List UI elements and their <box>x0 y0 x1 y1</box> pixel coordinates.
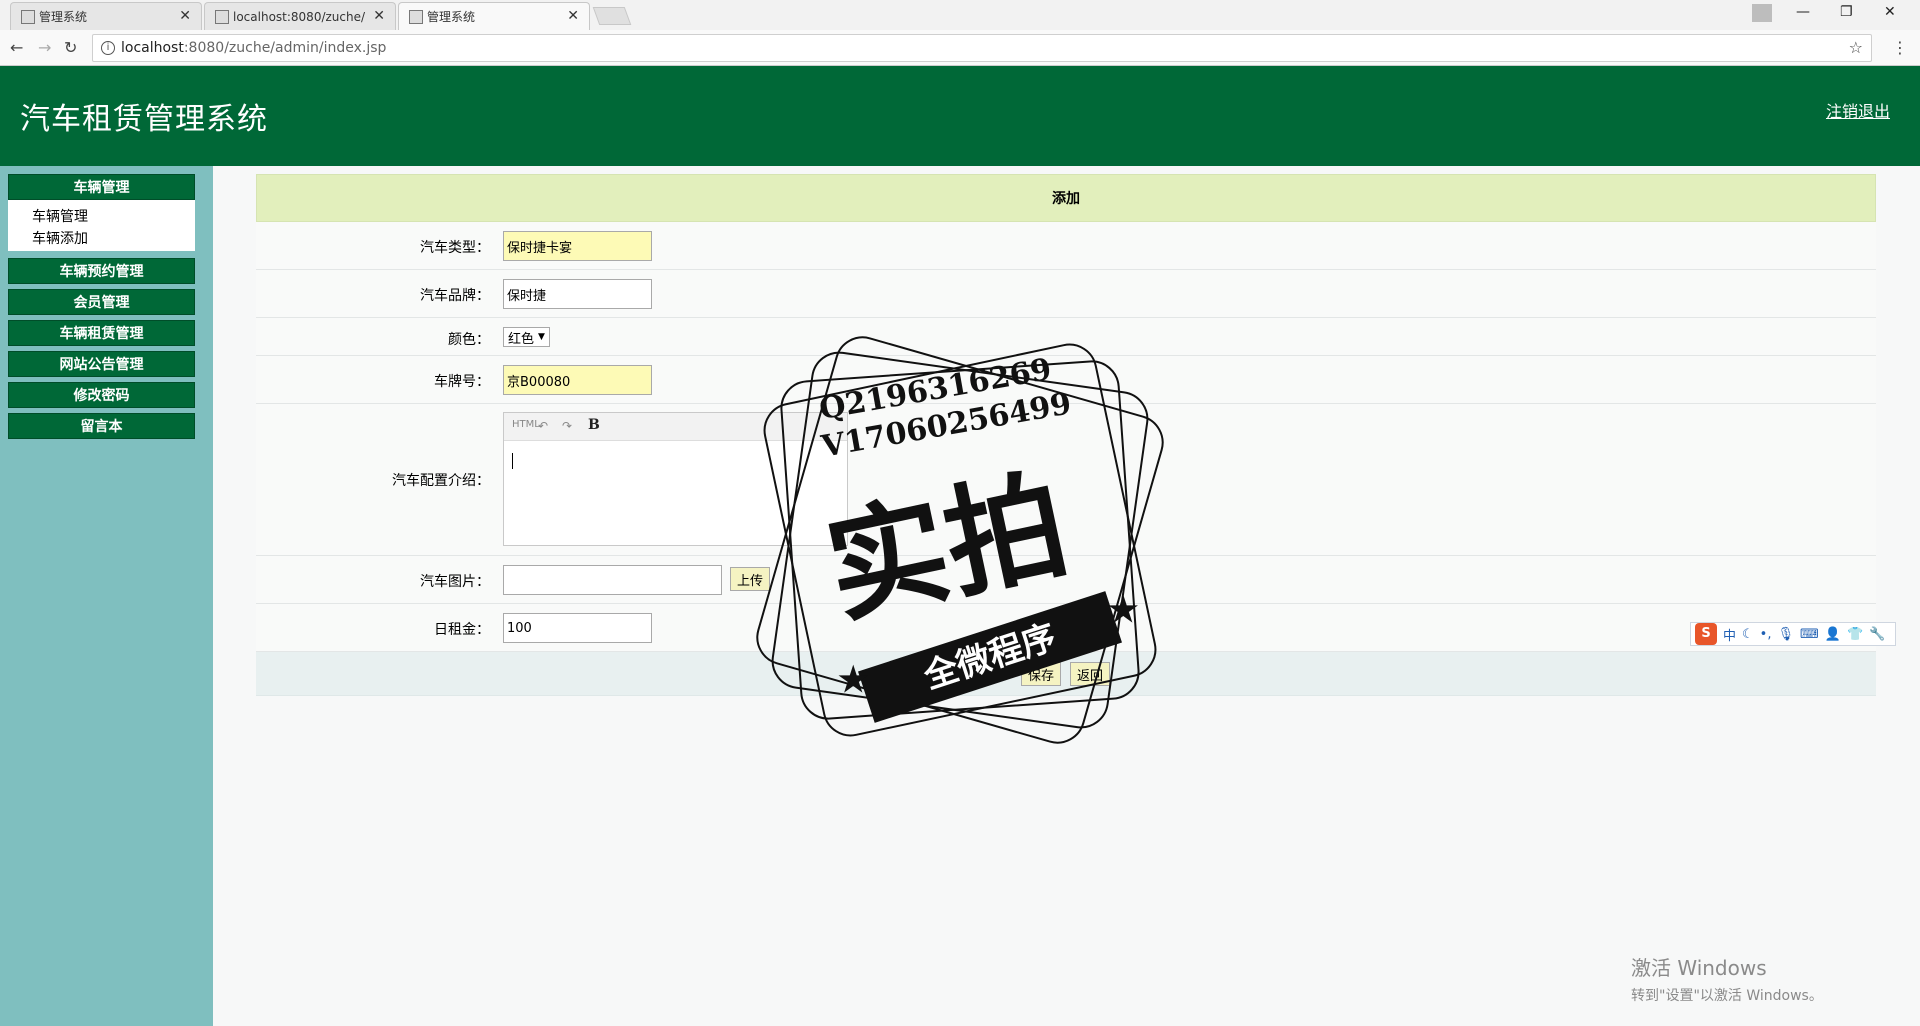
submenu-item-vehicle-list[interactable]: 车辆管理 <box>32 206 195 228</box>
url-path: :8080/zuche/admin/index.jsp <box>183 40 387 56</box>
page-favicon-icon <box>215 10 229 24</box>
text-caret <box>512 453 513 469</box>
close-window-icon[interactable]: ✕ <box>1884 4 1896 20</box>
plate-label: 车牌号： <box>434 374 490 390</box>
user-icon[interactable]: 👤 <box>1825 627 1841 642</box>
form-title: 添加 <box>256 174 1876 222</box>
menu-rental-management[interactable]: 车辆租赁管理 <box>8 320 195 346</box>
color-label: 颜色： <box>448 332 490 348</box>
logout-link[interactable]: 注销退出 <box>1826 98 1890 122</box>
ime-language-toggle[interactable]: 中 <box>1723 625 1736 644</box>
chevron-down-icon: ▼ <box>538 332 545 342</box>
html-mode-button[interactable]: HTML <box>512 419 540 430</box>
activation-hint: 转到"设置"以激活 Windows。 <box>1631 988 1823 1004</box>
menu-guestbook[interactable]: 留言本 <box>8 413 195 439</box>
color-select[interactable]: 红色 ▼ <box>503 327 550 347</box>
sidebar: 车辆管理 车辆管理 车辆添加 车辆预约管理 会员管理 车辆租赁管理 网站公告管理… <box>0 166 213 1026</box>
form-actions: 保存 返回 <box>256 652 1876 696</box>
row-car-type: 汽车类型： 保时捷卡宴 <box>256 222 1876 270</box>
windows-activation-watermark: 激活 Windows 转到"设置"以激活 Windows。 <box>1631 952 1823 1005</box>
row-daily-rent: 日租金： 100 <box>256 604 1876 652</box>
back-icon[interactable]: ← <box>10 38 23 57</box>
app-title: 汽车租赁管理系统 <box>20 102 268 137</box>
daily-rent-label: 日租金： <box>434 622 490 638</box>
menu-change-password[interactable]: 修改密码 <box>8 382 195 408</box>
browser-tab-2[interactable]: localhost:8080/zuche/ ✕ <box>204 2 396 30</box>
wrench-icon[interactable]: 🔧 <box>1869 627 1885 642</box>
browser-toolbar: ← → ↻ i localhost:8080/zuche/admin/index… <box>0 30 1920 66</box>
submenu-vehicle: 车辆管理 车辆添加 <box>8 200 195 251</box>
undo-icon[interactable]: ↶ <box>538 419 548 433</box>
row-image: 汽车图片： 上传 <box>256 556 1876 604</box>
microphone-icon[interactable]: 🎙 <box>1777 627 1794 642</box>
close-tab-icon[interactable]: ✕ <box>179 8 191 24</box>
redo-icon[interactable]: ↷ <box>562 419 572 433</box>
plate-input[interactable]: 京B00080 <box>503 365 652 395</box>
keyboard-icon[interactable]: ⌨ <box>1800 627 1819 642</box>
browser-tabbar: 管理系统 ✕ localhost:8080/zuche/ ✕ 管理系统 ✕ — … <box>0 0 1920 30</box>
shirt-icon[interactable]: 👕 <box>1847 627 1863 642</box>
browser-menu-icon[interactable]: ⋮ <box>1892 38 1908 57</box>
bookmark-star-icon[interactable]: ☆ <box>1849 38 1863 57</box>
url-host: localhost <box>121 40 184 56</box>
browser-tab-3[interactable]: 管理系统 ✕ <box>398 2 590 30</box>
car-type-label: 汽车类型： <box>420 240 490 256</box>
tab-label: 管理系统 <box>39 10 88 24</box>
car-type-input[interactable]: 保时捷卡宴 <box>503 231 652 261</box>
menu-member-management[interactable]: 会员管理 <box>8 289 195 315</box>
editor-toolbar: HTML ↶ ↷ B <box>504 413 847 441</box>
close-tab-icon[interactable]: ✕ <box>567 8 579 24</box>
moon-icon[interactable]: ☾ <box>1742 627 1754 642</box>
ime-toolbar[interactable]: S 中 ☾ •, 🎙 ⌨ 👤 👕 🔧 <box>1690 622 1896 646</box>
page-favicon-icon <box>409 10 423 24</box>
config-label: 汽车配置介绍： <box>392 473 490 489</box>
row-plate: 车牌号： 京B00080 <box>256 356 1876 404</box>
profile-icon[interactable] <box>1752 4 1772 22</box>
new-tab-button[interactable] <box>592 7 632 25</box>
add-form: 添加 汽车类型： 保时捷卡宴 汽车品牌： 保时捷 颜色： 红色 ▼ 车牌号： 京… <box>256 174 1876 696</box>
menu-announcement-management[interactable]: 网站公告管理 <box>8 351 195 377</box>
upload-button[interactable]: 上传 <box>730 567 771 591</box>
row-config: 汽车配置介绍： HTML ↶ ↷ B <box>256 404 1876 556</box>
activation-title: 激活 Windows <box>1631 956 1767 980</box>
info-icon[interactable]: i <box>101 41 115 55</box>
tab-label: localhost:8080/zuche/ <box>233 9 366 24</box>
address-bar[interactable]: i localhost:8080/zuche/admin/index.jsp ☆ <box>92 34 1872 62</box>
page-favicon-icon <box>21 10 35 24</box>
forward-icon[interactable]: → <box>38 38 51 57</box>
save-button[interactable]: 保存 <box>1021 662 1062 686</box>
car-brand-input[interactable]: 保时捷 <box>503 279 652 309</box>
row-color: 颜色： 红色 ▼ <box>256 318 1876 356</box>
color-select-value: 红色 <box>508 331 535 347</box>
punctuation-icon[interactable]: •, <box>1760 627 1772 642</box>
tab-label: 管理系统 <box>427 10 476 24</box>
menu-vehicle-management[interactable]: 车辆管理 <box>8 174 195 200</box>
close-tab-icon[interactable]: ✕ <box>373 8 385 24</box>
image-path-input[interactable] <box>503 565 722 595</box>
car-brand-label: 汽车品牌： <box>420 288 490 304</box>
sogou-logo-icon: S <box>1695 623 1717 645</box>
reload-icon[interactable]: ↻ <box>64 38 77 57</box>
minimize-icon[interactable]: — <box>1796 4 1810 20</box>
row-car-brand: 汽车品牌： 保时捷 <box>256 270 1876 318</box>
config-rich-editor[interactable]: HTML ↶ ↷ B <box>503 412 848 546</box>
browser-tab-1[interactable]: 管理系统 ✕ <box>10 2 202 30</box>
restore-icon[interactable]: ❐ <box>1840 4 1853 20</box>
app-header: 汽车租赁管理系统 注销退出 <box>0 66 1920 166</box>
back-button[interactable]: 返回 <box>1070 662 1111 686</box>
submenu-item-vehicle-add[interactable]: 车辆添加 <box>32 228 195 250</box>
bold-button[interactable]: B <box>588 417 600 433</box>
menu-reservation-management[interactable]: 车辆预约管理 <box>8 258 195 284</box>
image-label: 汽车图片： <box>420 574 490 590</box>
daily-rent-input[interactable]: 100 <box>503 613 652 643</box>
